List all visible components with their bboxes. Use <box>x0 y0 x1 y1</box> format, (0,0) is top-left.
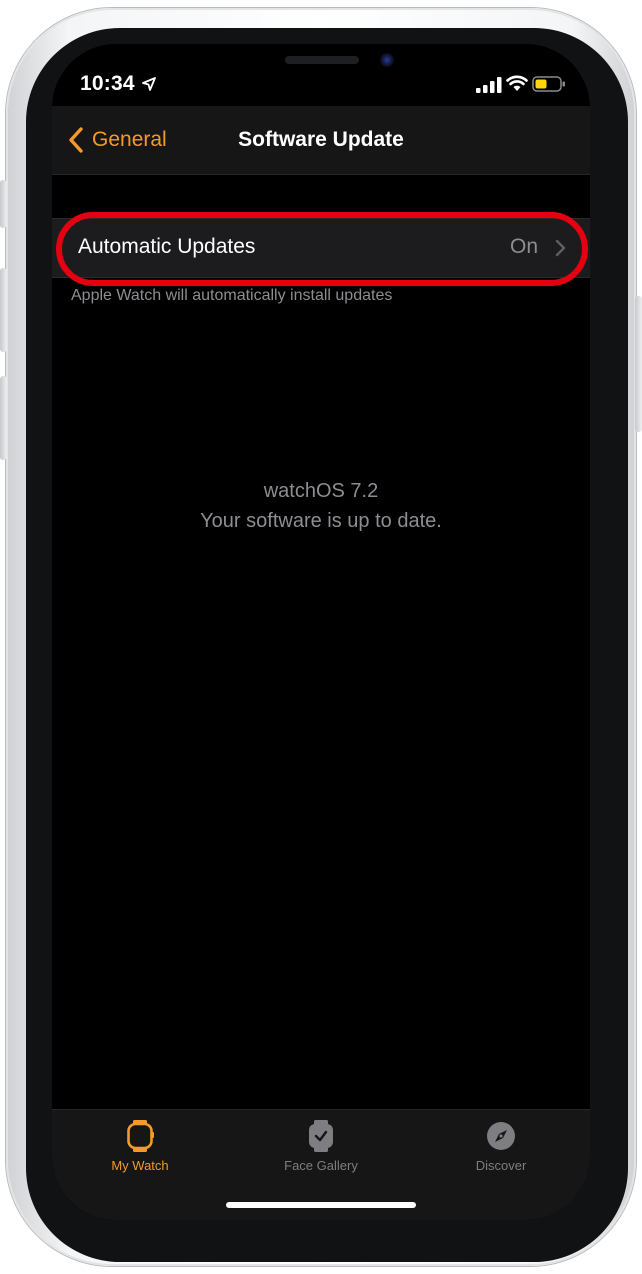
tab-label-my-watch: My Watch <box>111 1158 169 1173</box>
os-version: watchOS 7.2 <box>263 480 379 502</box>
side-power-button <box>635 296 642 432</box>
compass-icon <box>487 1122 515 1150</box>
page: 10:34 General Software Update Automatic … <box>0 0 642 1274</box>
automatic-updates-label: Automatic Updates <box>78 235 256 258</box>
tab-label-discover: Discover <box>475 1158 527 1173</box>
screen: 10:34 General Software Update Automatic … <box>52 44 590 1220</box>
watch-icon <box>127 1120 154 1152</box>
tab-label-face-gallery: Face Gallery <box>284 1158 358 1173</box>
status-time: 10:34 <box>80 72 135 95</box>
silent-switch <box>0 180 7 228</box>
earpiece-speaker <box>285 56 359 64</box>
battery-icon <box>532 76 565 92</box>
home-indicator[interactable] <box>226 1202 416 1208</box>
wifi-icon <box>506 75 528 91</box>
notch <box>177 44 465 98</box>
automatic-updates-footer: Apple Watch will automatically install u… <box>71 287 393 304</box>
navigation-bar: General Software Update <box>52 106 590 175</box>
automatic-updates-value: On <box>509 235 538 258</box>
chevron-right-icon <box>555 239 566 257</box>
tab-bar: My Watch Face Gallery Discover <box>52 1109 590 1220</box>
volume-down-button <box>0 376 7 460</box>
version-info: watchOS 7.2 Your software is up to date. <box>52 476 590 536</box>
face-gallery-icon <box>309 1120 333 1152</box>
update-status: Your software is up to date. <box>200 510 442 532</box>
tab-face-gallery[interactable]: Face Gallery <box>241 1120 401 1180</box>
page-title: Software Update <box>238 128 404 151</box>
volume-up-button <box>0 268 7 352</box>
cellular-signal-icon <box>476 77 502 93</box>
automatic-updates-row[interactable]: Automatic Updates On <box>52 218 590 278</box>
front-camera <box>380 53 394 67</box>
location-arrow-icon <box>142 77 156 91</box>
tab-discover[interactable]: Discover <box>421 1120 581 1180</box>
tab-my-watch[interactable]: My Watch <box>60 1120 220 1180</box>
